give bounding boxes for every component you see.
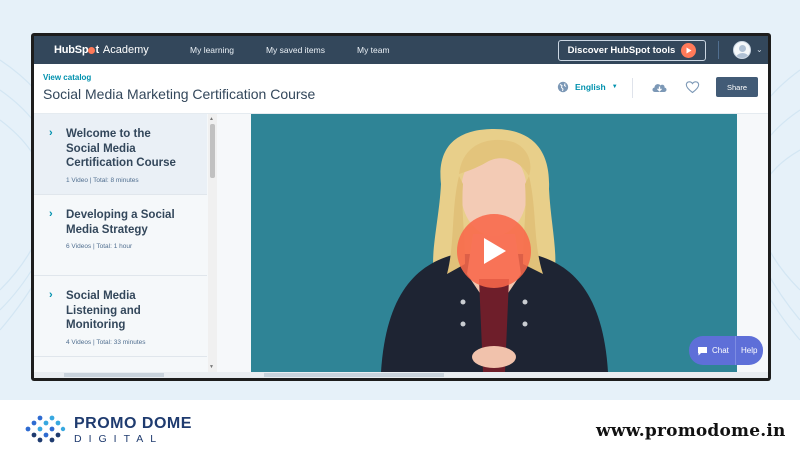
chat-label: Chat — [712, 346, 729, 355]
footer-brand-subtitle: DIGITAL — [74, 433, 164, 445]
chat-bubble-icon — [698, 346, 707, 355]
user-avatar[interactable] — [733, 41, 751, 59]
discover-button-label: Discover HubSpot tools — [567, 45, 676, 56]
video-player[interactable] — [251, 114, 737, 372]
chat-button[interactable]: Chat — [689, 336, 735, 365]
chevron-right-icon: › — [49, 208, 53, 220]
browser-frame: HubSp t Academy My learning My saved item… — [31, 33, 771, 381]
view-catalog-link[interactable]: View catalog — [43, 73, 91, 82]
app-screen: HubSp t Academy My learning My saved item… — [34, 36, 768, 378]
discover-hubspot-tools-button[interactable]: Discover HubSpot tools — [558, 40, 706, 61]
chevron-down-icon[interactable]: ⌄ — [756, 45, 763, 54]
chevron-right-icon: › — [49, 289, 53, 301]
footer-brand-name: PROMO DOME — [74, 415, 192, 432]
lesson-meta: 4 Videos | Total: 33 minutes — [66, 338, 146, 346]
lesson-meta: 6 Videos | Total: 1 hour — [66, 243, 133, 250]
play-video-button[interactable] — [457, 214, 531, 288]
play-icon — [681, 43, 697, 58]
scroll-up-arrow-icon[interactable]: ▲ — [209, 116, 214, 122]
top-navigation: HubSp t Academy My learning My saved item… — [34, 36, 768, 64]
sidebar-scroll-thumb[interactable] — [210, 124, 215, 178]
chat-widget[interactable]: Chat Help — [689, 336, 763, 365]
language-selector[interactable]: English ▼ — [557, 81, 618, 93]
lesson-title: Social Media Listening and Monitoring — [66, 290, 141, 331]
nav-my-team[interactable]: My team — [341, 45, 406, 55]
download-cloud-icon[interactable] — [651, 81, 668, 94]
lesson-meta: 1 Video | Total: 8 minutes — [66, 176, 139, 184]
lesson-title: Developing a Social Media Strategy — [66, 209, 175, 236]
lesson-item-strategy[interactable]: › Developing a Social Media Strategy 6 V… — [34, 195, 207, 276]
globe-icon — [557, 81, 569, 93]
lesson-item-listening[interactable]: › Social Media Listening and Monitoring … — [34, 276, 207, 357]
video-progress-bar[interactable] — [34, 372, 768, 378]
nav-my-learning[interactable]: My learning — [174, 45, 250, 55]
share-button[interactable]: Share — [716, 77, 758, 97]
footer-website-url: www.promodome.in — [596, 421, 786, 441]
hubspot-academy-logo[interactable]: HubSp t Academy — [34, 44, 174, 56]
hubspot-wordmark: HubSp t — [54, 44, 99, 56]
nav-divider — [718, 41, 719, 59]
play-icon — [484, 238, 506, 264]
progress-segment — [64, 373, 164, 377]
lesson-sidebar: › Welcome to the Social Media Certificat… — [34, 114, 217, 378]
help-button[interactable]: Help — [736, 346, 757, 355]
lesson-item-welcome[interactable]: › Welcome to the Social Media Certificat… — [34, 114, 207, 195]
promodome-logo-icon — [25, 415, 66, 443]
chevron-right-icon: › — [49, 127, 53, 139]
caret-down-icon: ▼ — [611, 84, 618, 90]
language-label: English — [575, 82, 606, 92]
heart-icon[interactable] — [685, 80, 700, 94]
scroll-down-arrow-icon[interactable]: ▼ — [209, 364, 214, 370]
lesson-title: Welcome to the Social Media Certificatio… — [66, 128, 176, 169]
course-header: View catalog Social Media Marketing Cert… — [34, 64, 768, 114]
academy-label: Academy — [102, 44, 149, 56]
nav-my-saved-items[interactable]: My saved items — [250, 45, 341, 55]
header-divider — [632, 78, 633, 98]
progress-segment — [264, 373, 444, 377]
page-title: Social Media Marketing Certification Cou… — [43, 86, 316, 102]
